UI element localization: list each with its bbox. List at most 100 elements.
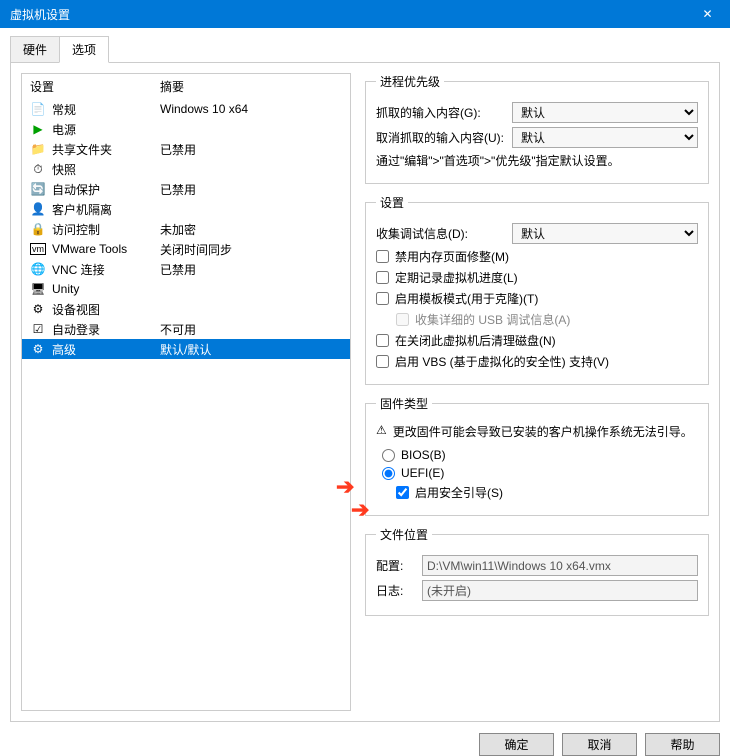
list-item[interactable]: 🌐 VNC 连接已禁用: [22, 259, 350, 279]
panel: 设置 摘要 📄常规Windows 10 x64▶电源📁共享文件夹已禁用⏱快照🔄自…: [10, 62, 720, 722]
warning-text: 更改固件可能会导致已安装的客户机操作系统无法引导。: [393, 423, 693, 440]
select-debug[interactable]: 默认: [512, 223, 698, 244]
settings-list: 设置 摘要 📄常规Windows 10 x64▶电源📁共享文件夹已禁用⏱快照🔄自…: [21, 73, 351, 711]
item-label: 客户机隔离: [52, 201, 160, 218]
item-icon: ⚙: [30, 302, 46, 316]
annotation-arrow-icon: ➔: [351, 497, 369, 523]
item-label: 高级: [52, 341, 160, 358]
item-label: 自动登录: [52, 321, 160, 338]
list-item[interactable]: 🔒 访问控制未加密: [22, 219, 350, 239]
col-setting: 设置: [30, 78, 160, 95]
item-label: VNC 连接: [52, 261, 160, 278]
check-template[interactable]: [376, 292, 389, 305]
check-mem[interactable]: [376, 250, 389, 263]
list-item[interactable]: 🖥Unity: [22, 279, 350, 299]
item-label: 共享文件夹: [52, 141, 160, 158]
list-item[interactable]: ▶ 电源: [22, 119, 350, 139]
check-log[interactable]: [376, 271, 389, 284]
item-icon: ▶: [30, 122, 46, 136]
close-button[interactable]: ✕: [685, 0, 730, 28]
label-config: 配置:: [376, 557, 416, 574]
radio-bios[interactable]: [382, 449, 395, 462]
col-summary: 摘要: [160, 78, 342, 95]
label-mem: 禁用内存页面修整(M): [395, 248, 509, 265]
label-grab: 抓取的输入内容(G):: [376, 104, 506, 121]
label-logfile: 日志:: [376, 582, 416, 599]
group-priority: 进程优先级 抓取的输入内容(G): 默认 取消抓取的输入内容(U): 默认 通过…: [365, 73, 709, 184]
item-summary: Windows 10 x64: [160, 102, 342, 116]
item-icon: ⚙: [30, 342, 46, 356]
radio-uefi[interactable]: [382, 467, 395, 480]
warning-icon: ⚠: [376, 423, 387, 440]
item-icon: ⏱: [30, 162, 46, 177]
input-config[interactable]: [422, 555, 698, 576]
list-item[interactable]: ⚙ 设备视图: [22, 299, 350, 319]
list-item[interactable]: 👤 客户机隔离: [22, 199, 350, 219]
label-log: 定期记录虚拟机进度(L): [395, 269, 518, 286]
item-label: 快照: [52, 161, 160, 178]
item-summary: 已禁用: [160, 181, 342, 198]
item-summary: 关闭时间同步: [160, 241, 342, 258]
tab-hardware[interactable]: 硬件: [10, 36, 60, 63]
select-ungrab[interactable]: 默认: [512, 127, 698, 148]
label-ungrab: 取消抓取的输入内容(U):: [376, 129, 506, 146]
item-icon: 🔄: [30, 182, 46, 196]
item-summary: 默认/默认: [160, 341, 342, 358]
cancel-button[interactable]: 取消: [562, 733, 637, 756]
list-item[interactable]: 📄 常规Windows 10 x64: [22, 99, 350, 119]
list-item[interactable]: ⚙ 高级默认/默认: [22, 339, 350, 359]
select-grab[interactable]: 默认: [512, 102, 698, 123]
item-label: VMware Tools: [52, 242, 160, 256]
item-icon: 🔒: [30, 222, 46, 236]
group-file: 文件位置 配置: 日志:: [365, 526, 709, 616]
item-label: Unity: [52, 282, 160, 296]
item-label: 访问控制: [52, 221, 160, 238]
check-usb: [396, 313, 409, 326]
label-template: 启用模板模式(用于克隆)(T): [395, 290, 538, 307]
label-usb: 收集详细的 USB 调试信息(A): [415, 311, 570, 328]
label-clean: 在关闭此虚拟机后清理磁盘(N): [395, 332, 556, 349]
label-uefi: UEFI(E): [401, 466, 444, 480]
list-item[interactable]: ⏱ 快照: [22, 159, 350, 179]
list-item[interactable]: ☑ 自动登录不可用: [22, 319, 350, 339]
label-vbs: 启用 VBS (基于虚拟化的安全性) 支持(V): [395, 353, 609, 370]
dialog-buttons: 确定 取消 帮助: [0, 723, 730, 756]
item-summary: 不可用: [160, 321, 342, 338]
check-vbs[interactable]: [376, 355, 389, 368]
item-summary: 已禁用: [160, 141, 342, 158]
item-icon: 📄: [30, 102, 46, 116]
list-item[interactable]: vm VMware Tools关闭时间同步: [22, 239, 350, 259]
list-item[interactable]: 📁 共享文件夹已禁用: [22, 139, 350, 159]
legend-settings: 设置: [376, 194, 408, 211]
group-firmware: 固件类型 ⚠ 更改固件可能会导致已安装的客户机操作系统无法引导。 BIOS(B)…: [365, 395, 709, 516]
group-settings: 设置 收集调试信息(D): 默认 禁用内存页面修整(M) 定期记录虚拟机进度(L…: [365, 194, 709, 385]
window-title: 虚拟机设置: [10, 6, 70, 23]
item-summary: 已禁用: [160, 261, 342, 278]
input-logfile[interactable]: [422, 580, 698, 601]
check-secure[interactable]: [396, 486, 409, 499]
tab-options[interactable]: 选项: [59, 36, 109, 63]
item-icon: vm: [30, 243, 46, 255]
tabs: 硬件 选项: [10, 36, 720, 63]
item-label: 常规: [52, 101, 160, 118]
list-item[interactable]: 🔄 自动保护已禁用: [22, 179, 350, 199]
item-icon: 📁: [30, 142, 46, 156]
label-debug: 收集调试信息(D):: [376, 225, 506, 242]
item-icon: 🌐: [30, 262, 46, 276]
legend-file: 文件位置: [376, 526, 432, 543]
item-icon: ☑: [30, 322, 46, 336]
check-clean[interactable]: [376, 334, 389, 347]
help-button[interactable]: 帮助: [645, 733, 720, 756]
item-summary: 未加密: [160, 221, 342, 238]
label-bios: BIOS(B): [401, 448, 446, 462]
item-label: 设备视图: [52, 301, 160, 318]
item-label: 自动保护: [52, 181, 160, 198]
item-label: 电源: [52, 121, 160, 138]
legend-priority: 进程优先级: [376, 73, 444, 90]
list-header: 设置 摘要: [22, 74, 350, 99]
priority-hint: 通过"编辑">"首选项">"优先级"指定默认设置。: [376, 152, 698, 169]
item-icon: 👤: [30, 202, 46, 216]
right-panel: 进程优先级 抓取的输入内容(G): 默认 取消抓取的输入内容(U): 默认 通过…: [365, 73, 709, 711]
ok-button[interactable]: 确定: [479, 733, 554, 756]
legend-firmware: 固件类型: [376, 395, 432, 412]
